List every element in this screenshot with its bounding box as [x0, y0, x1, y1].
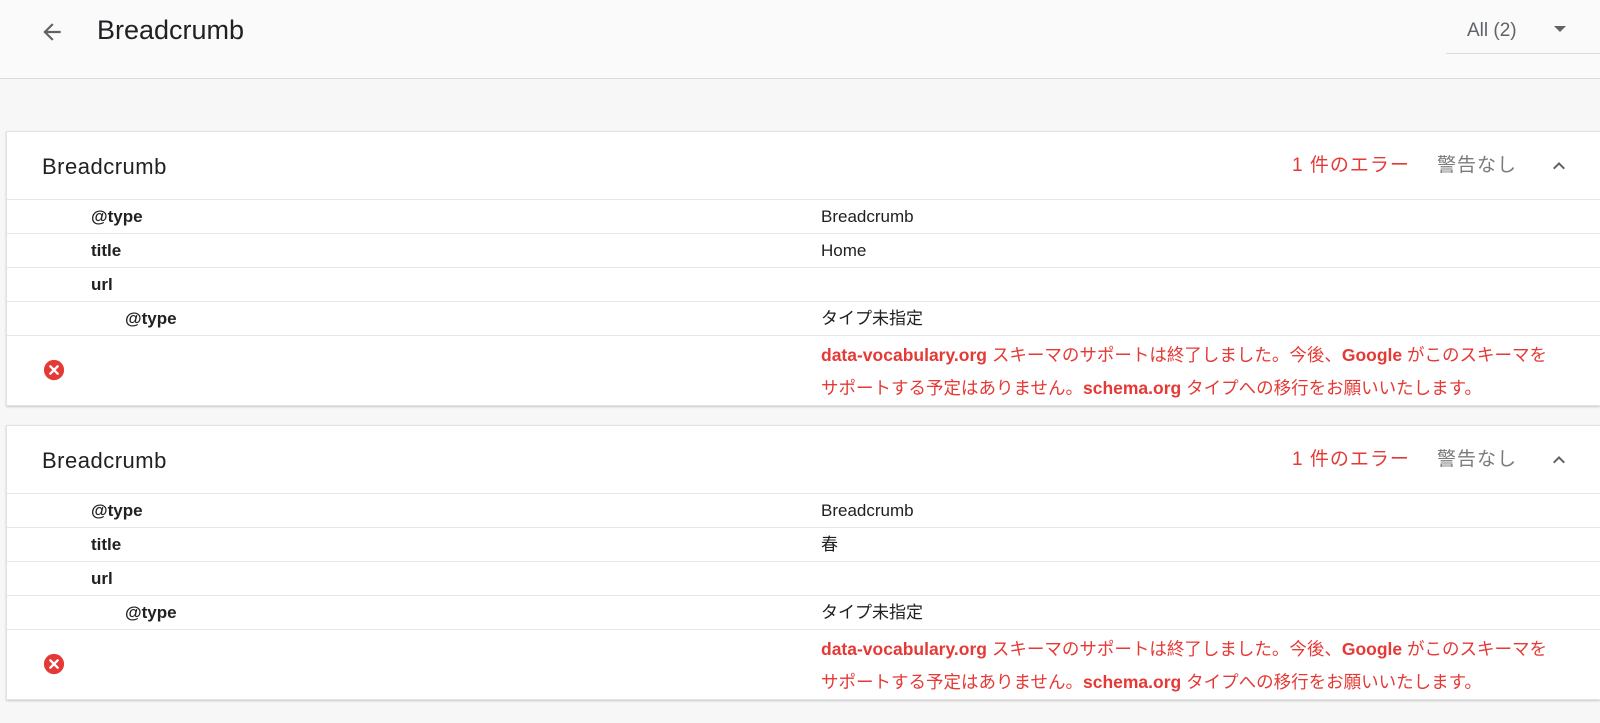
- error-circle-icon: [43, 359, 65, 381]
- error-text: スキーマのサポートは終了しました。今後、: [986, 345, 1342, 365]
- error-text-bold: Google: [1341, 639, 1403, 659]
- page-title: Breadcrumb: [97, 15, 245, 45]
- card-header[interactable]: Breadcrumb 1 件のエラー 警告なし: [7, 426, 1600, 494]
- collapse-button[interactable]: [1545, 152, 1573, 180]
- error-message: data-vocabulary.org スキーマのサポートは終了しました。今後、…: [821, 633, 1561, 699]
- error-text-bold: schema.org: [1082, 378, 1182, 398]
- error-message: data-vocabulary.org スキーマのサポートは終了しました。今後、…: [821, 339, 1561, 405]
- property-row: @type Breadcrumb: [7, 200, 1600, 234]
- error-row: data-vocabulary.org スキーマのサポートは終了しました。今後、…: [7, 630, 1600, 699]
- card-header[interactable]: Breadcrumb 1 件のエラー 警告なし: [7, 132, 1600, 200]
- property-key: @type: [125, 603, 177, 622]
- error-text: タイプへの移行をお願いいたします。: [1181, 378, 1482, 398]
- property-row: @type タイプ未指定: [7, 596, 1600, 630]
- filter-dropdown[interactable]: All (2): [1446, 8, 1600, 54]
- warning-count: 警告なし: [1437, 155, 1518, 176]
- arrow-back-icon: [43, 23, 61, 41]
- back-button[interactable]: [34, 14, 70, 50]
- caret-down-icon: [1554, 26, 1566, 32]
- property-value: タイプ未指定: [821, 603, 923, 622]
- property-key: title: [91, 241, 122, 260]
- chevron-up-icon: [1553, 162, 1565, 170]
- result-card-1: Breadcrumb 1 件のエラー 警告なし @type Breadcrumb…: [6, 131, 1600, 406]
- property-value: Breadcrumb: [821, 501, 914, 520]
- chevron-up-icon: [1553, 456, 1565, 464]
- property-key: @type: [91, 501, 143, 520]
- error-circle-icon: [43, 653, 65, 675]
- property-row: url: [7, 268, 1600, 302]
- error-text: スキーマのサポートは終了しました。今後、: [986, 639, 1342, 659]
- error-text-bold: schema.org: [1082, 672, 1182, 692]
- property-key: title: [91, 535, 122, 554]
- property-row: title 春: [7, 528, 1600, 562]
- filter-label: All (2): [1467, 20, 1517, 41]
- property-key: url: [91, 275, 113, 294]
- error-row: data-vocabulary.org スキーマのサポートは終了しました。今後、…: [7, 336, 1600, 405]
- warning-count: 警告なし: [1437, 449, 1518, 470]
- error-text-bold: Google: [1341, 345, 1403, 365]
- error-text-bold: data-vocabulary.org: [821, 639, 987, 659]
- property-row: url: [7, 562, 1600, 596]
- error-text: タイプへの移行をお願いいたします。: [1181, 672, 1482, 692]
- property-value: Home: [821, 241, 867, 260]
- property-key: @type: [91, 207, 143, 226]
- property-value: 春: [821, 535, 838, 554]
- property-row: title Home: [7, 234, 1600, 268]
- error-count: 1 件のエラー: [1292, 449, 1410, 470]
- card-title: Breadcrumb: [42, 154, 167, 179]
- property-value: Breadcrumb: [821, 207, 914, 226]
- collapse-button[interactable]: [1545, 446, 1573, 474]
- top-bar: Breadcrumb All (2): [0, 0, 1600, 79]
- card-title: Breadcrumb: [42, 448, 167, 473]
- property-key: url: [91, 569, 113, 588]
- property-row: @type タイプ未指定: [7, 302, 1600, 336]
- property-row: @type Breadcrumb: [7, 494, 1600, 528]
- error-text-bold: data-vocabulary.org: [821, 345, 987, 365]
- property-key: @type: [125, 309, 177, 328]
- error-count: 1 件のエラー: [1292, 155, 1410, 176]
- property-value: タイプ未指定: [821, 309, 923, 328]
- result-card-2: Breadcrumb 1 件のエラー 警告なし @type Breadcrumb…: [6, 425, 1600, 700]
